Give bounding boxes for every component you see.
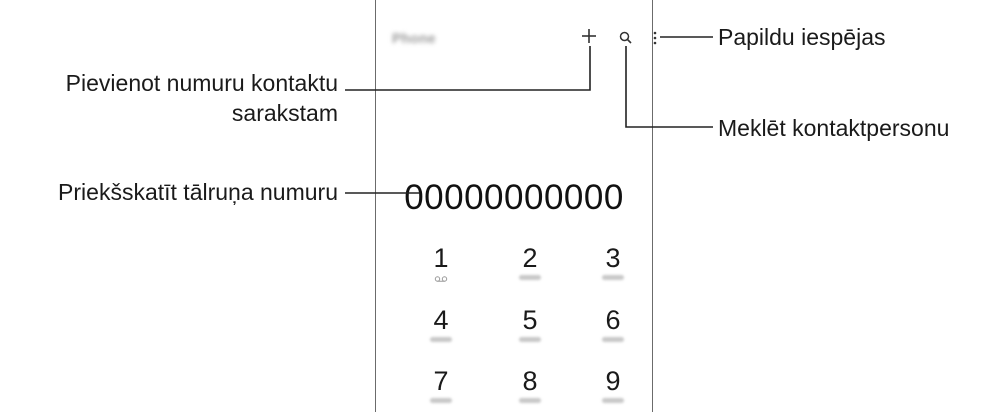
callout-more-options: Papildu iespējas bbox=[718, 24, 886, 50]
callout-add-contact-line2: sarakstam bbox=[231, 100, 338, 126]
callout-add-contact: Pievienot numuru kontaktu sarakstam bbox=[66, 68, 338, 128]
callout-preview-number: Priekšskatīt tālruņa numuru bbox=[58, 179, 338, 205]
callout-search-contact: Meklēt kontaktpersonu bbox=[718, 115, 950, 141]
callout-add-contact-line1: Pievienot numuru kontaktu bbox=[65, 70, 338, 96]
